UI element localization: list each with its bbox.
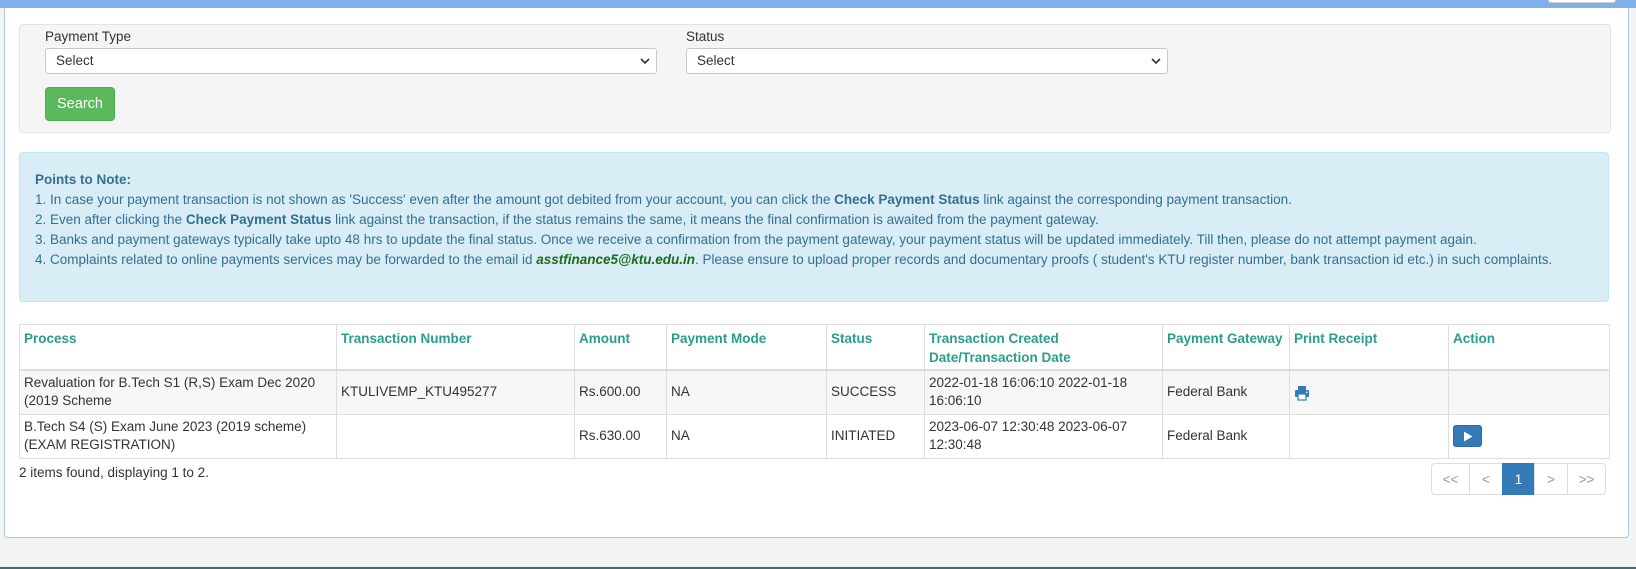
cell-transaction-number — [336, 413, 575, 459]
status-label: Status — [686, 29, 725, 44]
email-link[interactable]: asstfinance5@ktu.edu.in — [536, 252, 695, 267]
transactions-table: Process Transaction Number Amount Paymen… — [19, 324, 1610, 459]
play-icon — [1463, 431, 1472, 441]
status-select[interactable]: Select — [686, 48, 1168, 74]
note-2-text-end: link against the transaction, if the sta… — [331, 212, 1099, 227]
cell-payment-mode: NA — [666, 369, 827, 415]
note-3: 3. Banks and payment gateways typically … — [35, 232, 1477, 247]
top-bar-button[interactable] — [1548, 0, 1616, 3]
table-header-row: Process Transaction Number Amount Paymen… — [19, 324, 1610, 371]
chevron-down-icon — [1151, 58, 1161, 65]
note-4: 4. Complaints related to online payments… — [35, 250, 1593, 270]
note-1-text-end: link against the corresponding payment t… — [979, 192, 1292, 207]
page-next-button[interactable]: > — [1534, 463, 1568, 495]
cell-action — [1448, 413, 1610, 459]
search-button[interactable]: Search — [45, 87, 115, 121]
cell-process: Revaluation for B.Tech S1 (R,S) Exam Dec… — [19, 369, 337, 415]
cell-process: B.Tech S4 (S) Exam June 2023 (2019 schem… — [19, 413, 337, 459]
cell-print-receipt — [1289, 369, 1449, 415]
note-1: 1. In case your payment transaction is n… — [35, 190, 1593, 210]
note-2: 2. Even after clicking the Check Payment… — [35, 210, 1593, 230]
page-last-button[interactable]: >> — [1567, 463, 1606, 495]
note-2-text: 2. Even after clicking the — [35, 212, 186, 227]
print-icon[interactable] — [1294, 385, 1310, 401]
col-print-receipt[interactable]: Print Receipt — [1289, 324, 1449, 371]
page-1-button[interactable]: 1 — [1502, 463, 1535, 495]
cell-amount: Rs.600.00 — [574, 369, 667, 415]
cell-dates: 2023-06-07 12:30:48 2023-06-07 12:30:48 — [924, 413, 1163, 459]
pagination: << < 1 > >> — [1431, 463, 1606, 495]
note-2-emphasis: Check Payment Status — [185, 212, 332, 227]
notes-heading: Points to Note: — [35, 172, 131, 187]
cell-gateway: Federal Bank — [1162, 369, 1290, 415]
cell-gateway: Federal Bank — [1162, 413, 1290, 459]
table-row: Revaluation for B.Tech S1 (R,S) Exam Dec… — [19, 369, 1610, 415]
cell-dates: 2022-01-18 16:06:10 2022-01-18 16:06:10 — [924, 369, 1163, 415]
col-status[interactable]: Status — [826, 324, 925, 371]
status-selected: Select — [697, 53, 735, 68]
cell-print-receipt — [1289, 413, 1449, 459]
chevron-down-icon — [640, 58, 650, 65]
check-payment-button[interactable] — [1453, 425, 1482, 447]
col-amount[interactable]: Amount — [574, 324, 667, 371]
cell-transaction-number: KTULIVEMP_KTU495277 — [336, 369, 575, 415]
cell-payment-mode: NA — [666, 413, 827, 459]
col-transaction-number[interactable]: Transaction Number — [336, 324, 575, 371]
results-summary: 2 items found, displaying 1 to 2. — [19, 465, 209, 480]
payment-type-selected: Select — [56, 53, 94, 68]
note-1-emphasis: Check Payment Status — [834, 192, 980, 207]
table-row: B.Tech S4 (S) Exam June 2023 (2019 schem… — [19, 413, 1610, 459]
col-process[interactable]: Process — [19, 324, 337, 371]
col-transaction-date[interactable]: Transaction Created Date/Transaction Dat… — [924, 324, 1163, 371]
cell-status: SUCCESS — [826, 369, 925, 415]
cell-action — [1448, 369, 1610, 415]
col-payment-gateway[interactable]: Payment Gateway — [1162, 324, 1290, 371]
note-1-text: 1. In case your payment transaction is n… — [35, 192, 835, 207]
payment-type-select[interactable]: Select — [45, 48, 657, 74]
payment-type-label: Payment Type — [45, 29, 132, 44]
points-to-note-alert: Points to Note: 1. In case your payment … — [19, 152, 1609, 302]
note-4-text-end: . Please ensure to upload proper records… — [694, 252, 1553, 267]
page-prev-button[interactable]: < — [1469, 463, 1503, 495]
cell-status: INITIATED — [826, 413, 925, 459]
top-bar — [0, 0, 1636, 8]
filter-panel — [19, 24, 1611, 133]
cell-amount: Rs.630.00 — [574, 413, 667, 459]
page-first-button[interactable]: << — [1431, 463, 1470, 495]
col-payment-mode[interactable]: Payment Mode — [666, 324, 827, 371]
note-4-text: 4. Complaints related to online payments… — [35, 252, 537, 267]
col-action[interactable]: Action — [1448, 324, 1610, 371]
